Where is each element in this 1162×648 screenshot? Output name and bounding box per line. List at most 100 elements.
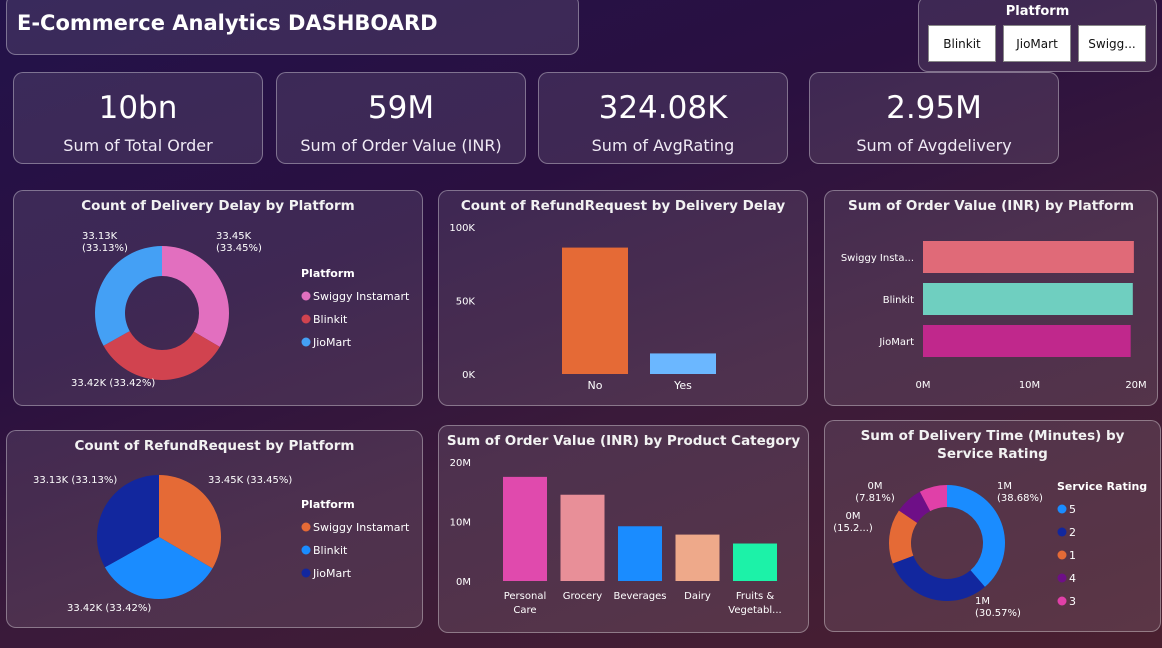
legend-marker	[1057, 596, 1067, 606]
kpi-label: Sum of Avgdelivery	[856, 136, 1012, 155]
data-label: 1M	[997, 481, 1012, 492]
data-label: 33.13K	[82, 231, 118, 242]
legend-title: Platform	[301, 498, 355, 511]
bar-3	[675, 534, 720, 581]
legend-marker	[301, 522, 311, 532]
data-label: 1M	[975, 596, 990, 607]
legend-marker	[1057, 504, 1067, 514]
data-label: (30.57%)	[975, 608, 1021, 619]
x-tick-label: 0M	[916, 380, 931, 391]
x-tick-label: Grocery	[563, 591, 603, 602]
kpi-card-avg-delivery[interactable]: 2.95M Sum of Avgdelivery	[809, 72, 1059, 164]
data-label: (33.45%)	[216, 243, 262, 254]
data-label: (38.68%)	[997, 493, 1043, 504]
data-label: (15.2...)	[833, 523, 873, 534]
pie-slice-jiomart	[95, 246, 162, 346]
legend-item: JioMart	[312, 567, 352, 580]
legend-marker	[1057, 527, 1067, 537]
legend-marker	[301, 291, 311, 301]
legend-item: JioMart	[312, 336, 352, 349]
legend-marker	[301, 568, 311, 578]
chart-delivery-time-by-rating[interactable]: Sum of Delivery Time (Minutes) by Servic…	[824, 420, 1161, 632]
data-label: 33.45K	[216, 231, 252, 242]
legend-item: 3	[1069, 595, 1076, 608]
legend-marker	[301, 337, 311, 347]
y-tick-label: Blinkit	[883, 295, 914, 306]
legend-item: Blinkit	[313, 313, 348, 326]
kpi-value: 2.95M	[886, 90, 982, 126]
x-tick-label: Yes	[673, 379, 692, 392]
legend-title: Platform	[301, 267, 355, 280]
bar-chart: 0M 10M 20M Personal Care Grocery Beverages Dair…	[450, 458, 782, 616]
legend-item: Swiggy Instamart	[313, 521, 410, 534]
legend-item: Blinkit	[313, 544, 348, 557]
x-tick-label: Care	[513, 605, 536, 616]
platform-slicer: Platform Blinkit JioMart Swigg...	[918, 0, 1157, 72]
x-tick-label: 20M	[1125, 380, 1146, 391]
bar-0	[923, 241, 1134, 273]
bar-yes	[650, 353, 716, 374]
y-tick-label: Swiggy Insta...	[841, 253, 914, 264]
x-tick-label: Beverages	[613, 591, 666, 602]
chart-refund-by-platform[interactable]: Count of RefundRequest by Platform 33.45…	[6, 430, 423, 628]
kpi-label: Sum of Total Order	[63, 136, 213, 155]
kpi-card-order-value[interactable]: 59M Sum of Order Value (INR)	[276, 72, 526, 164]
data-label: 33.45K (33.45%)	[208, 475, 292, 486]
legend-title: Service Rating	[1057, 480, 1147, 493]
bar-0	[503, 476, 547, 581]
page-title: E-Commerce Analytics DASHBOARD	[17, 11, 438, 35]
legend-item: 2	[1069, 526, 1076, 539]
pie-slice-blinkit	[103, 331, 220, 380]
slicer-title: Platform	[1005, 4, 1070, 19]
y-tick-label: 100K	[449, 223, 475, 234]
donut-chart: 33.45K(33.45%) 33.42K (33.42%) 33.13K(33.1…	[71, 231, 410, 389]
data-label: 0M	[846, 511, 861, 522]
legend-marker	[301, 314, 311, 324]
bar-1	[560, 494, 605, 581]
legend-item: 1	[1069, 549, 1076, 562]
data-label: 33.42K (33.42%)	[71, 378, 155, 389]
kpi-value: 10bn	[98, 90, 178, 126]
slicer-button-jiomart[interactable]: JioMart	[1003, 25, 1071, 62]
bar-2	[923, 325, 1131, 357]
x-tick-label: No	[588, 379, 603, 392]
x-tick-label: Fruits &	[736, 591, 775, 602]
bar-1	[923, 283, 1133, 315]
kpi-value: 324.08K	[598, 90, 728, 126]
kpi-label: Sum of AvgRating	[591, 136, 735, 155]
pie-chart: 33.45K (33.45%) 33.42K (33.42%) 33.13K (33…	[33, 475, 410, 614]
y-tick-label: JioMart	[878, 337, 914, 348]
title-panel: E-Commerce Analytics DASHBOARD	[6, 0, 579, 55]
chart-order-value-by-category[interactable]: Sum of Order Value (INR) by Product Cate…	[438, 425, 809, 633]
pie-slice-2	[892, 555, 985, 601]
horizontal-bar-chart: Swiggy Insta... Blinkit JioMart 0M 10M 20M	[841, 241, 1147, 391]
chart-refund-by-delivery-delay[interactable]: Count of RefundRequest by Delivery Delay…	[438, 190, 808, 406]
legend-item: 5	[1069, 503, 1076, 516]
legend-item: 4	[1069, 572, 1076, 585]
slicer-button-swiggy[interactable]: Swigg...	[1078, 25, 1146, 62]
data-label: 33.42K (33.42%)	[67, 603, 151, 614]
legend-marker	[1057, 573, 1067, 583]
chart-delivery-delay-by-platform[interactable]: Count of Delivery Delay by Platform 33.4…	[13, 190, 423, 406]
kpi-card-total-order[interactable]: 10bn Sum of Total Order	[13, 72, 263, 164]
y-tick-label: 0M	[456, 577, 471, 588]
legend-marker	[1057, 550, 1067, 560]
bar-4	[733, 543, 777, 581]
x-tick-label: Dairy	[684, 591, 711, 602]
kpi-card-avg-rating[interactable]: 324.08K Sum of AvgRating	[538, 72, 788, 164]
kpi-value: 59M	[367, 90, 435, 126]
y-tick-label: 10M	[450, 518, 471, 529]
data-label: 0M	[868, 481, 883, 492]
data-label: (7.81%)	[855, 493, 895, 504]
y-tick-label: 0K	[462, 370, 475, 381]
pie-slice-swiggy-instamart	[162, 246, 230, 347]
data-label: (33.13%)	[82, 243, 128, 254]
y-tick-label: 20M	[450, 458, 471, 469]
donut-chart: 1M(38.68%)1M(30.57%)0M(15.2...)0M(7.81%)…	[833, 480, 1147, 619]
chart-order-value-by-platform[interactable]: Sum of Order Value (INR) by Platform Swi…	[824, 190, 1158, 406]
x-tick-label: 10M	[1019, 380, 1040, 391]
legend-item: Swiggy Instamart	[313, 290, 410, 303]
slicer-button-blinkit[interactable]: Blinkit	[928, 25, 996, 62]
legend-marker	[301, 545, 311, 555]
bar-chart: 0K 50K 100K No Yes	[449, 223, 716, 392]
